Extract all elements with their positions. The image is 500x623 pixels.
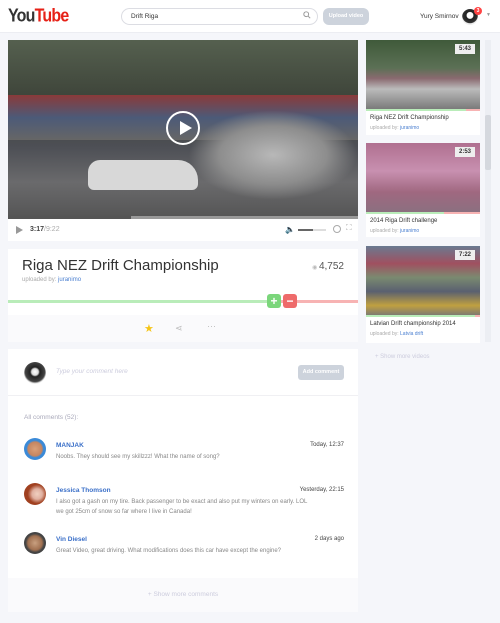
uploaded-by-label: uploaded by:: [22, 277, 57, 283]
show-more-comments-label: Show more comments: [153, 591, 219, 598]
star-icon[interactable]: ★: [144, 322, 154, 335]
like-bar: [8, 300, 281, 303]
commenter-name[interactable]: Vin Diesel: [56, 536, 87, 543]
youtube-logo[interactable]: YouTube: [8, 6, 70, 28]
video-info: Riga NEZ Drift Championship uploaded by:…: [8, 249, 358, 342]
comment-input[interactable]: Type your comment here: [56, 368, 128, 375]
show-more-videos-button[interactable]: + Show more videos: [375, 354, 430, 360]
like-button[interactable]: +: [267, 294, 281, 308]
uploader-link[interactable]: juranimo: [400, 125, 419, 131]
dislike-button[interactable]: −: [283, 294, 297, 308]
duration: /9:22: [44, 226, 60, 233]
divider: [8, 395, 358, 396]
uploader-link[interactable]: Latvia drift: [400, 331, 423, 337]
search-input[interactable]: Drift Riga: [121, 8, 318, 25]
comment-text: I also got a gash on my tire. Back passe…: [56, 499, 308, 515]
related-video-title[interactable]: 2014 Riga Drift challenge: [370, 218, 437, 224]
related-video-card[interactable]: 5:43 Riga NEZ Drift Championship uploade…: [366, 40, 480, 135]
commenter-avatar: [24, 483, 46, 505]
logo-you: You: [8, 6, 35, 27]
show-more-videos-label: Show more videos: [380, 354, 430, 360]
commenter-avatar: [24, 532, 46, 554]
duration-badge: 7:22: [454, 250, 475, 260]
related-video-card[interactable]: 7:22 Latvian Drift championship 2014 upl…: [366, 246, 480, 343]
uploaded-by-label: uploaded by:: [370, 228, 399, 234]
fullscreen-icon[interactable]: ⛶: [346, 223, 352, 233]
show-more-comments-button[interactable]: + Show more comments: [8, 578, 358, 612]
video-frame-smoke: [188, 110, 358, 200]
like-bar: [366, 212, 444, 214]
related-video-title[interactable]: Latvian Drift championship 2014: [370, 321, 456, 327]
logo-tube: Tube: [34, 6, 70, 27]
dislike-bar: [444, 212, 480, 214]
comment-text: Noobs. They should see my skillzzz! What…: [56, 454, 220, 460]
play-icon[interactable]: [166, 111, 200, 145]
comment-date: Yesterday, 22:15: [299, 487, 344, 493]
volume-fill: [298, 229, 314, 231]
more-icon[interactable]: ···: [207, 321, 216, 331]
comment-text: Great Video, great driving. What modific…: [56, 548, 282, 554]
share-icon[interactable]: ⋖: [175, 323, 183, 334]
like-bar: [366, 109, 466, 111]
uploader-link[interactable]: juranimo: [400, 228, 419, 234]
related-video-title[interactable]: Riga NEZ Drift Championship: [370, 115, 449, 121]
commenter-name[interactable]: MANJAK: [56, 442, 84, 449]
player-controls: 3:17/9:22 🔈 ⛶: [8, 219, 358, 241]
all-comments-label: All comments (52):: [24, 414, 79, 421]
notification-badge[interactable]: 3: [474, 7, 482, 15]
header: YouTube Drift Riga Upload video Yury Smi…: [0, 0, 500, 33]
settings-icon[interactable]: [333, 225, 341, 233]
scrollbar-thumb[interactable]: [485, 115, 491, 170]
video-frame-car: [88, 160, 198, 190]
uploaded-by: uploaded by: juranimo: [370, 228, 419, 234]
dislike-bar: [475, 315, 480, 317]
add-comment-button[interactable]: Add comment: [298, 365, 344, 380]
search-icon[interactable]: [303, 11, 311, 19]
uploaded-by: uploaded by: juranimo: [22, 277, 81, 283]
eye-icon: ◉: [312, 265, 319, 271]
comment-date: 2 days ago: [314, 536, 344, 542]
volume-slider[interactable]: [298, 229, 326, 231]
commenter-name[interactable]: Jessica Thomson: [56, 487, 111, 494]
uploaded-by-label: uploaded by:: [370, 125, 399, 131]
duration-badge: 5:43: [454, 44, 475, 54]
uploaded-by: uploaded by: Latvia drift: [370, 331, 423, 337]
video-title: Riga NEZ Drift Championship: [22, 257, 219, 274]
user-name[interactable]: Yury Smirnov: [420, 13, 459, 20]
time-display: 3:17/9:22: [30, 226, 60, 233]
like-bar: [366, 315, 475, 317]
uploaded-by-label: uploaded by:: [370, 331, 399, 337]
dislike-bar: [466, 109, 480, 111]
action-bar: ★ ⋖ ···: [8, 315, 358, 342]
upload-video-button[interactable]: Upload video: [323, 8, 369, 25]
my-avatar: [24, 362, 46, 384]
scrollbar[interactable]: [485, 40, 491, 342]
commenter-avatar: [24, 438, 46, 460]
related-video-card[interactable]: 2:53 2014 Riga Drift challenge uploaded …: [366, 143, 480, 237]
uploaded-by: uploaded by: juranimo: [370, 125, 419, 131]
current-time: 3:17: [30, 226, 45, 233]
volume-icon[interactable]: 🔈: [285, 225, 295, 234]
play-small-icon[interactable]: [16, 226, 23, 234]
comments-section: Type your comment here Add comment All c…: [8, 349, 358, 612]
view-count: ◉ 4,752: [298, 261, 358, 272]
duration-badge: 2:53: [454, 147, 475, 157]
uploader-link[interactable]: juranimo: [58, 277, 81, 283]
views-value: 4,752: [318, 261, 344, 272]
comment-date: Today, 12:37: [310, 442, 344, 448]
chevron-down-icon[interactable]: ▼: [486, 12, 491, 18]
